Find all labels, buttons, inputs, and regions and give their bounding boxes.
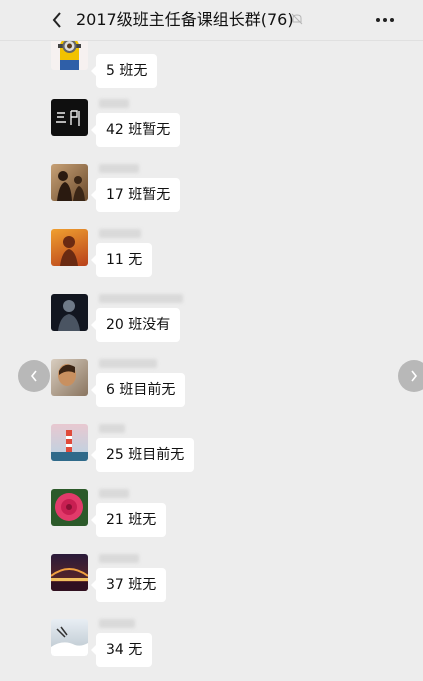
message-bubble[interactable]: 11 无	[90, 243, 153, 277]
message-bubble[interactable]: 25 班目前无	[90, 438, 195, 472]
sender-name-blurred	[99, 424, 125, 433]
message-bubble[interactable]: 42 班暂无	[90, 113, 181, 147]
chat-header: 2017级班主任备课组长群(76)	[0, 0, 423, 41]
back-button[interactable]	[46, 9, 68, 31]
lighthouse-avatar[interactable]	[51, 424, 88, 461]
sender-name-blurred	[99, 294, 183, 303]
more-button[interactable]	[372, 9, 398, 31]
message-row: 20 班没有	[0, 294, 423, 356]
message-row: 37 班无	[0, 554, 423, 616]
sender-name-blurred	[99, 99, 129, 108]
message-bubble[interactable]: 37 班无	[90, 568, 167, 602]
message-bubble[interactable]: 5 班无	[90, 54, 158, 88]
message-row: 11 无	[0, 229, 423, 291]
sender-name-blurred	[99, 619, 135, 628]
message-row: 25 班目前无	[0, 424, 423, 486]
next-image-button[interactable]	[398, 360, 423, 392]
profile-avatar[interactable]	[51, 359, 88, 396]
prev-image-button[interactable]	[18, 360, 50, 392]
dark-portrait-avatar[interactable]	[51, 294, 88, 331]
message-bubble[interactable]: 6 班目前无	[90, 373, 186, 407]
message-row: 17 班暂无	[0, 164, 423, 226]
flower-avatar[interactable]	[51, 489, 88, 526]
message-bubble[interactable]: 20 班没有	[90, 308, 181, 342]
snow-scene-avatar[interactable]	[51, 619, 88, 656]
calligraphy-avatar[interactable]	[51, 99, 88, 136]
bell-muted-icon	[291, 13, 303, 25]
chevron-left-icon	[52, 12, 61, 28]
message-row: 34 无	[0, 619, 423, 681]
message-row: 42 班暂无	[0, 99, 423, 161]
ellipsis-icon	[376, 18, 394, 22]
sender-name-blurred	[99, 554, 139, 563]
minion-avatar[interactable]	[51, 38, 88, 70]
sender-name-blurred	[99, 164, 139, 173]
bridge-night-avatar[interactable]	[51, 554, 88, 591]
sender-name-blurred	[99, 229, 141, 238]
chat-title: 2017级班主任备课组长群(76)	[76, 10, 294, 29]
sender-name-blurred	[99, 489, 129, 498]
chevron-right-icon	[411, 370, 418, 382]
message-row: 6 班目前无	[0, 359, 423, 421]
sender-name-blurred	[99, 359, 157, 368]
chevron-left-icon	[30, 370, 37, 382]
message-bubble[interactable]: 21 班无	[90, 503, 167, 537]
orange-figure-avatar[interactable]	[51, 229, 88, 266]
silhouette-avatar[interactable]	[51, 164, 88, 201]
message-bubble[interactable]: 34 无	[90, 633, 153, 667]
message-row: 21 班无	[0, 489, 423, 551]
message-row: 5 班无	[0, 38, 423, 100]
message-bubble[interactable]: 17 班暂无	[90, 178, 181, 212]
